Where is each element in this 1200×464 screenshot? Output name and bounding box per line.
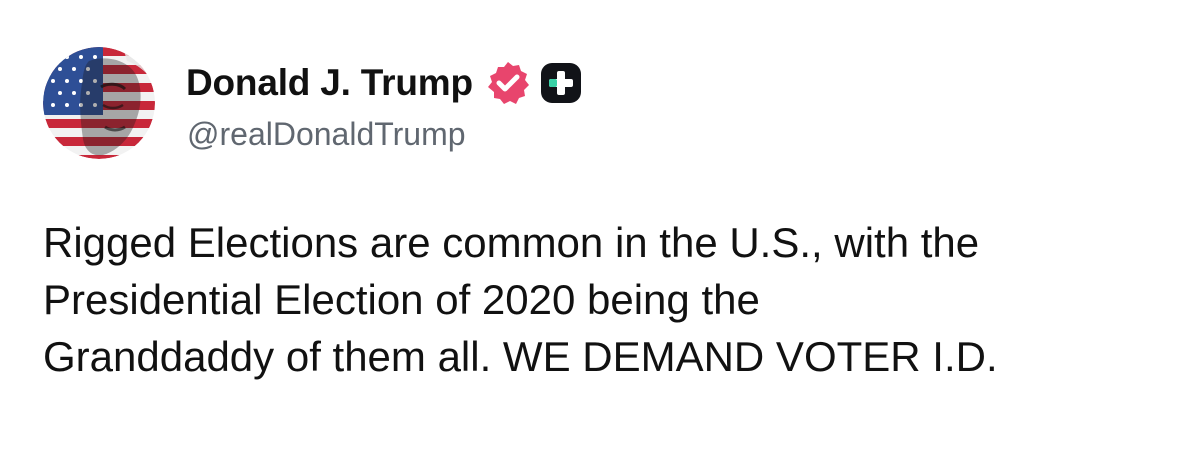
author-name-row: Donald J. Trump xyxy=(186,58,583,108)
post-text-line: Presidential Election of 2020 being the xyxy=(43,276,760,323)
author-handle[interactable]: @realDonaldTrump xyxy=(187,116,466,153)
post-card: Donald J. Trump @realDonaldTrump Rigged … xyxy=(0,0,1200,464)
plus-badge-icon xyxy=(539,61,583,105)
post-text: Rigged Elections are common in the U.S.,… xyxy=(43,214,1173,385)
author-display-name[interactable]: Donald J. Trump xyxy=(186,62,473,104)
post-text-line: Granddaddy of them all. WE DEMAND VOTER … xyxy=(43,333,998,380)
post-text-line: Rigged Elections are common in the U.S.,… xyxy=(43,219,980,266)
avatar[interactable] xyxy=(43,47,155,159)
verified-badge-icon xyxy=(485,60,531,106)
avatar-image xyxy=(43,47,155,159)
